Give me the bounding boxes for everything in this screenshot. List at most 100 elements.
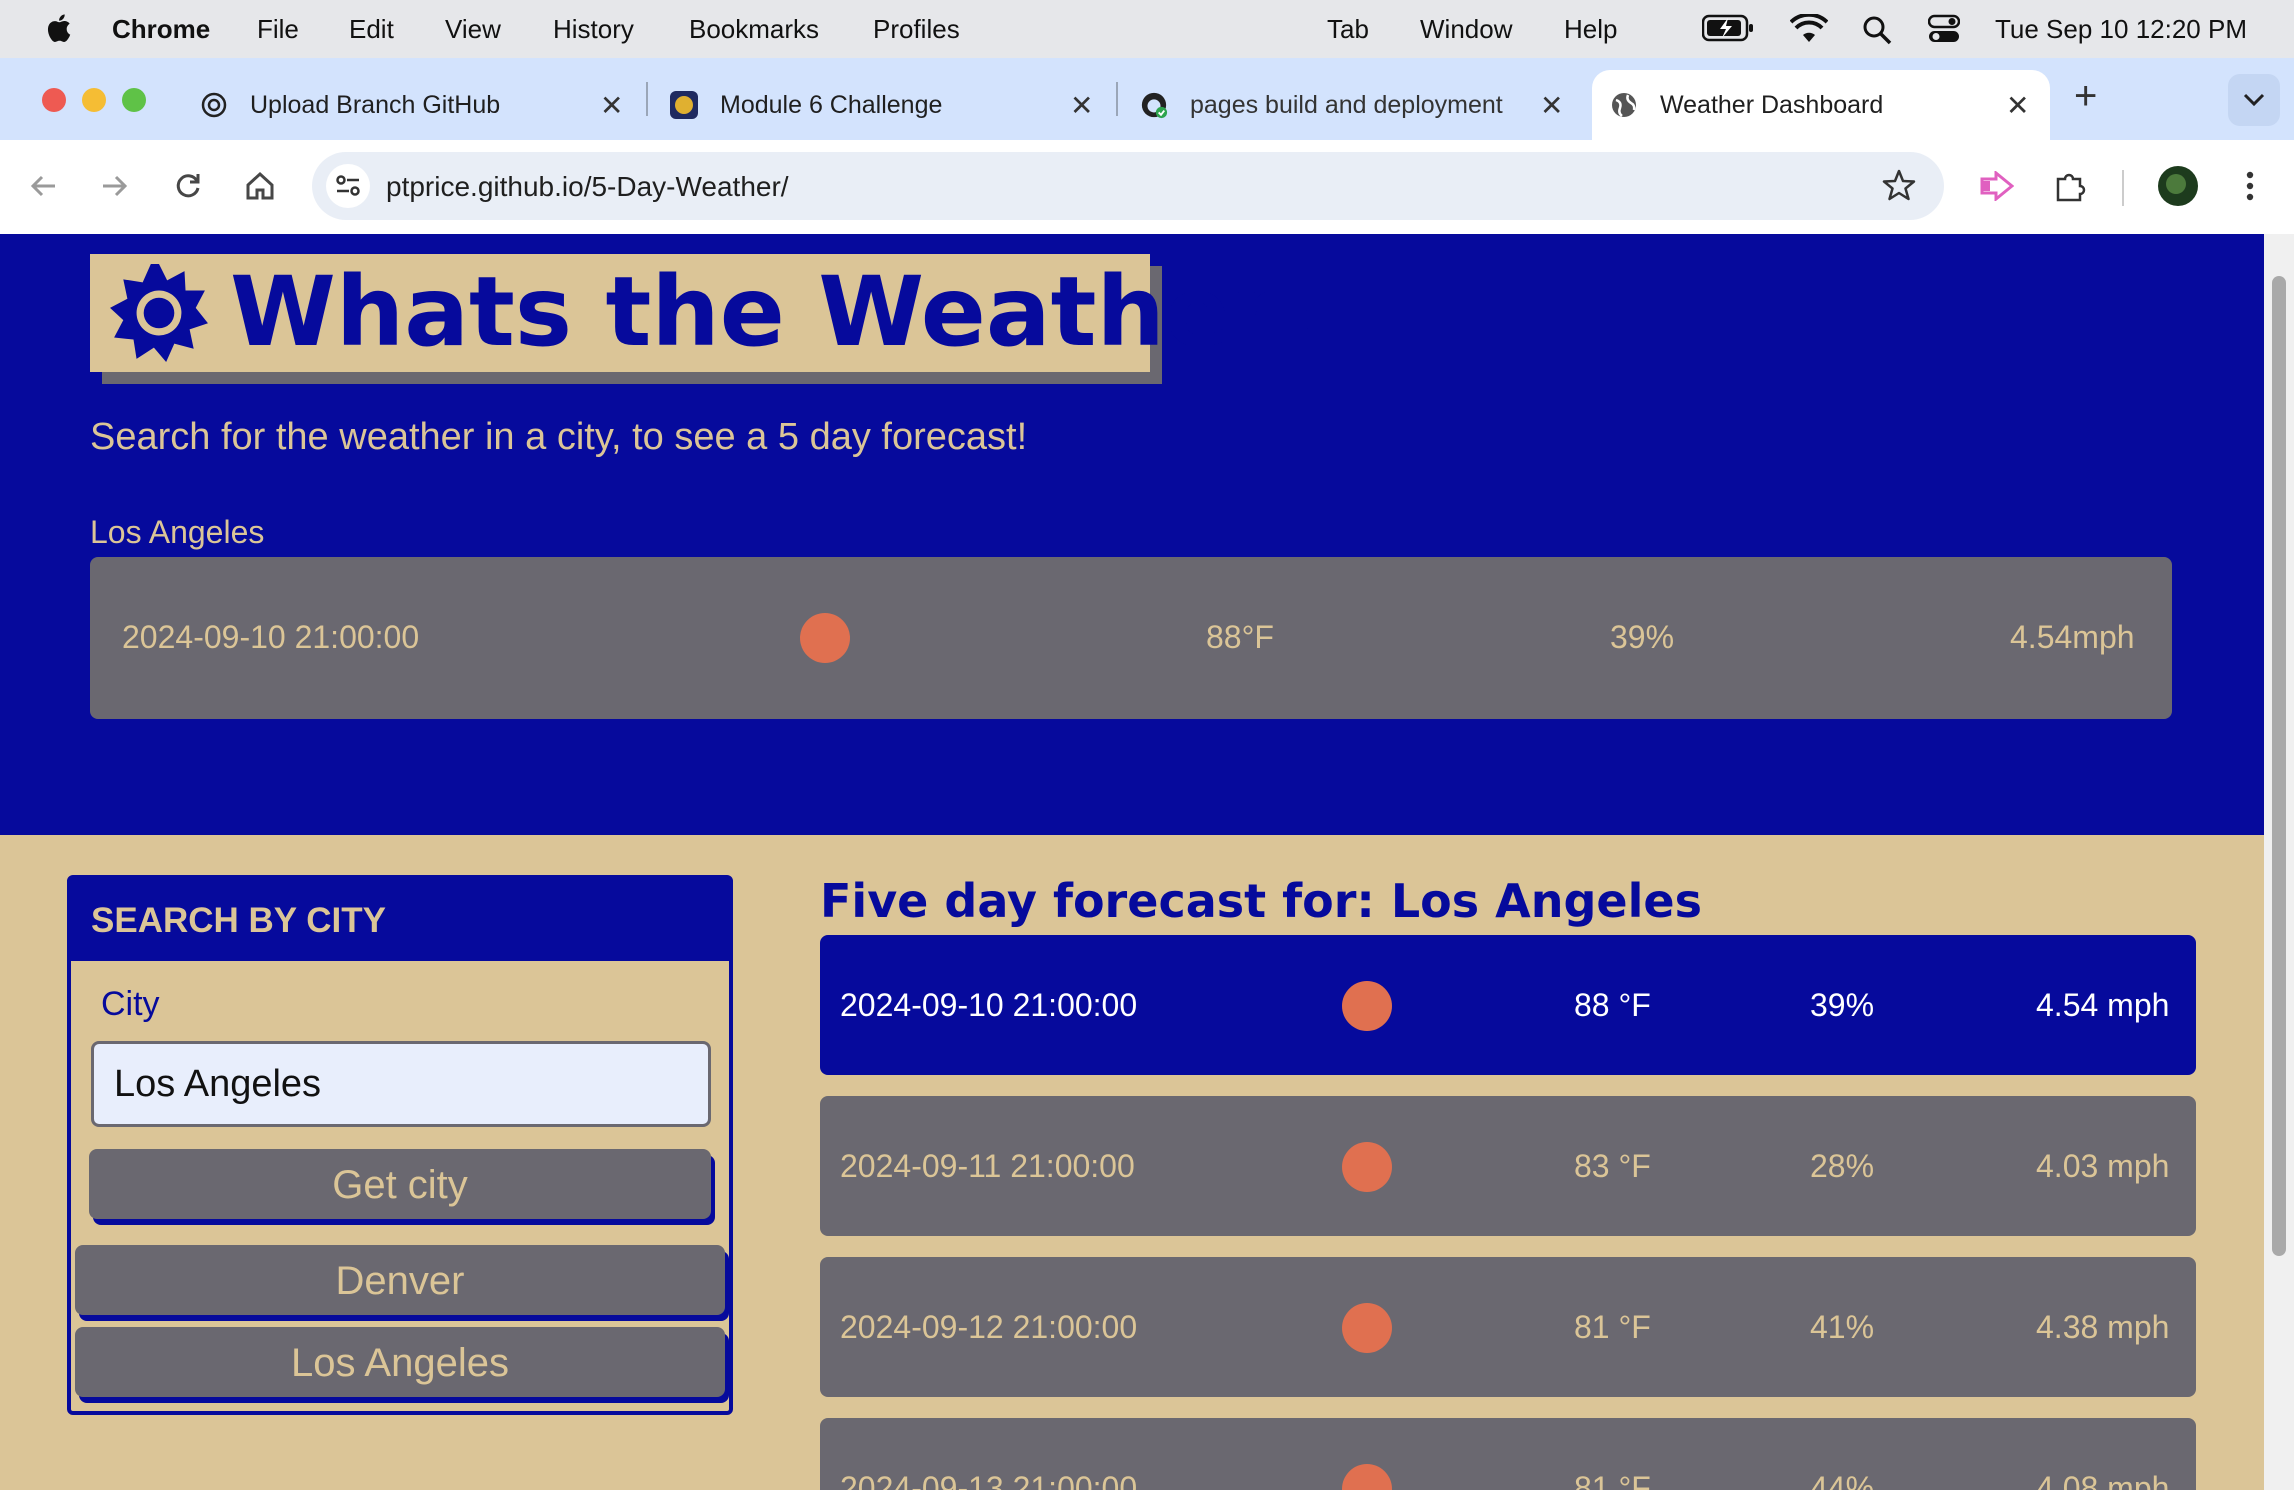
forecast-temp: 83 °F	[1574, 1148, 1651, 1184]
extensions-puzzle-icon[interactable]	[2052, 168, 2088, 204]
new-tab-plus-icon[interactable]: +	[2074, 74, 2097, 119]
history-city-button[interactable]: Denver	[75, 1245, 725, 1315]
forecast-wind: 4.03 mph	[2036, 1148, 2170, 1184]
menu-app-name[interactable]: Chrome	[112, 14, 210, 45]
tab-weather-dashboard[interactable]: Weather Dashboard ✕	[1592, 70, 2050, 140]
module-icon	[670, 91, 698, 119]
close-icon[interactable]: ✕	[600, 89, 623, 122]
tab-upload-branch[interactable]: Upload Branch GitHub ✕	[200, 70, 630, 140]
reload-icon[interactable]	[170, 168, 206, 204]
chevron-down-icon	[2243, 93, 2265, 107]
browser-toolbar: ptprice.github.io/5-Day-Weather/	[0, 140, 2294, 235]
apple-icon[interactable]	[44, 12, 72, 44]
menu-bookmarks[interactable]: Bookmarks	[689, 14, 819, 45]
menu-edit[interactable]: Edit	[349, 14, 394, 45]
forecast-humidity: 41%	[1810, 1309, 1875, 1345]
city-input[interactable]	[91, 1041, 711, 1127]
search-panel: SEARCH BY CITY City Get city Denver Los …	[67, 875, 733, 1415]
forecast-heading: Five day forecast for: Los Angeles	[820, 874, 1702, 928]
weather-sun-icon	[1342, 1464, 1392, 1490]
forecast-date: 2024-09-10 21:00:00	[840, 987, 1138, 1023]
tab-strip: Upload Branch GitHub ✕ Module 6 Challeng…	[0, 58, 2294, 140]
web-page: Whats the Weather! Search for the weathe…	[0, 234, 2264, 1490]
bookmark-star-icon[interactable]	[1882, 168, 1916, 207]
extension-arrow-icon[interactable]	[1978, 168, 2014, 204]
forecast-row: 2024-09-12 21:00:00 81 °F 41% 4.38 mph	[820, 1257, 2196, 1397]
current-weather-card: 2024-09-10 21:00:00 88°F 39% 4.54mph	[90, 557, 2172, 719]
tab-title: Module 6 Challenge	[720, 90, 943, 119]
forecast-temp: 81 °F	[1574, 1309, 1651, 1345]
forecast-temp: 88 °F	[1574, 987, 1651, 1023]
control-center-icon[interactable]	[1928, 14, 1960, 44]
wifi-icon[interactable]	[1790, 14, 1828, 44]
page-subtitle: Search for the weather in a city, to see…	[90, 416, 1028, 458]
search-panel-header: SEARCH BY CITY	[71, 879, 729, 961]
city-label: City	[101, 985, 160, 1023]
current-wind: 4.54mph	[2010, 619, 2135, 655]
forecast-date: 2024-09-13 21:00:00	[840, 1470, 1138, 1490]
page-title: Whats the Weather!	[230, 256, 1322, 368]
forecast-date: 2024-09-11 21:00:00	[840, 1148, 1135, 1184]
weather-sun-icon	[1342, 1303, 1392, 1353]
forecast-row: 2024-09-10 21:00:00 88 °F 39% 4.54 mph	[820, 935, 2196, 1075]
menu-file[interactable]: File	[257, 14, 299, 45]
current-city-label: Los Angeles	[90, 514, 265, 550]
current-temp: 88°F	[1206, 619, 1274, 655]
address-bar[interactable]: ptprice.github.io/5-Day-Weather/	[312, 152, 1944, 220]
close-icon[interactable]: ✕	[1540, 89, 1563, 122]
forecast-wind: 4.38 mph	[2036, 1309, 2170, 1345]
forecast-row: 2024-09-11 21:00:00 83 °F 28% 4.03 mph	[820, 1096, 2196, 1236]
window-zoom-button[interactable]	[122, 88, 146, 112]
sun-icon	[110, 264, 208, 362]
home-icon[interactable]	[242, 168, 278, 204]
tab-module-6[interactable]: Module 6 Challenge ✕	[670, 70, 1100, 140]
macos-menu-bar: Chrome File Edit View History Bookmarks …	[0, 0, 2294, 58]
weather-sun-icon	[1342, 981, 1392, 1031]
menu-history[interactable]: History	[553, 14, 634, 45]
window-minimize-button[interactable]	[82, 88, 106, 112]
page-scrollbar[interactable]	[2264, 234, 2294, 1490]
forecast-temp: 81 °F	[1574, 1470, 1651, 1490]
current-datetime: 2024-09-10 21:00:00	[122, 619, 420, 655]
forward-arrow-icon[interactable]	[96, 168, 132, 204]
forecast-humidity: 28%	[1810, 1148, 1875, 1184]
site-info-icon[interactable]	[326, 164, 370, 208]
forecast-row: 2024-09-13 21:00:00 81 °F 44% 4.08 mph	[820, 1418, 2196, 1490]
more-menu-icon[interactable]	[2232, 168, 2268, 204]
window-close-button[interactable]	[42, 88, 66, 112]
weather-sun-icon	[1342, 1142, 1392, 1192]
tab-title: Weather Dashboard	[1660, 90, 1884, 119]
menu-window[interactable]: Window	[1420, 14, 1512, 45]
weather-sun-icon	[800, 613, 850, 663]
openai-icon	[200, 91, 228, 119]
profile-avatar[interactable]	[2158, 166, 2198, 206]
url-host: ptprice.github.io	[386, 171, 584, 202]
close-icon[interactable]: ✕	[1070, 89, 1093, 122]
get-city-button[interactable]: Get city	[89, 1149, 711, 1219]
forecast-humidity: 44%	[1810, 1470, 1875, 1490]
close-icon[interactable]: ✕	[2006, 89, 2029, 122]
menubar-clock[interactable]: Tue Sep 10 12:20 PM	[1995, 14, 2247, 45]
forecast-wind: 4.54 mph	[2036, 987, 2170, 1023]
tab-search-button[interactable]	[2228, 74, 2280, 126]
tab-title: pages build and deployment	[1190, 90, 1503, 119]
current-humidity: 39%	[1610, 619, 1675, 655]
battery-icon[interactable]	[1702, 14, 1754, 42]
tab-pages-build[interactable]: pages build and deployment ✕	[1140, 70, 1570, 140]
url-path: /5-Day-Weather/	[583, 171, 789, 202]
menu-view[interactable]: View	[445, 14, 501, 45]
forecast-humidity: 39%	[1810, 987, 1875, 1023]
url-text[interactable]: ptprice.github.io/5-Day-Weather/	[386, 171, 789, 203]
spotlight-search-icon[interactable]	[1862, 15, 1892, 45]
forecast-wind: 4.08 mph	[2036, 1470, 2170, 1490]
menu-tab[interactable]: Tab	[1327, 14, 1369, 45]
page-title-box: Whats the Weather!	[90, 254, 1321, 372]
github-icon	[1140, 91, 1168, 119]
menu-help[interactable]: Help	[1564, 14, 1617, 45]
back-arrow-icon[interactable]	[26, 168, 62, 204]
menu-profiles[interactable]: Profiles	[873, 14, 960, 45]
forecast-date: 2024-09-12 21:00:00	[840, 1309, 1138, 1345]
history-city-button[interactable]: Los Angeles	[75, 1327, 725, 1397]
tab-title: Upload Branch GitHub	[250, 90, 501, 119]
scrollbar-thumb[interactable]	[2272, 276, 2286, 1256]
